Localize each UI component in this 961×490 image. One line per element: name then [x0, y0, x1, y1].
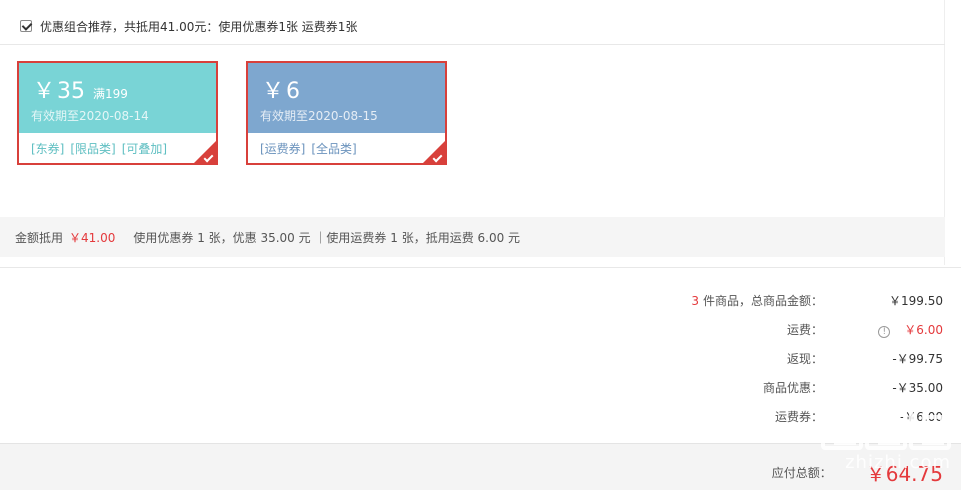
- shipping-value: ! ￥6.00: [823, 321, 943, 338]
- summary-label: 金额抵用: [15, 230, 64, 245]
- shipping-coupon-label: 运费券：: [774, 409, 823, 424]
- coupon-tags: [东券] [限品类] [可叠加]: [31, 140, 167, 157]
- info-icon[interactable]: !: [878, 325, 891, 338]
- coupon-tag: [限品类]: [70, 142, 116, 156]
- coupon-tag: [运费券]: [260, 142, 306, 156]
- coupon-face: ￥ 35 满199 有效期至2020-08-14: [19, 63, 216, 133]
- coupon-value: 6: [286, 79, 301, 104]
- goods-count: 3: [691, 293, 699, 308]
- coupon-card-6[interactable]: ￥ 6 有效期至2020-08-15 [运费券] [全品类]: [246, 61, 447, 165]
- summary-detail: 使用优惠券 1 张，优惠 35.00 元 ｜使用运费券 1 张，抵用运费 6.0…: [133, 230, 521, 245]
- payable-total: 应付总额： ￥64.75: [772, 458, 943, 487]
- coupon-tag: [全品类]: [311, 142, 357, 156]
- total-row-shipping: 运费： ! ￥6.00: [543, 319, 943, 339]
- coupon-card-35[interactable]: ￥ 35 满199 有效期至2020-08-14 [东券] [限品类] [可叠加…: [17, 61, 218, 165]
- recommend-combo-row[interactable]: 优惠组合推荐，共抵用41.00元：使用优惠券1张 运费券1张: [20, 14, 357, 38]
- total-row-shipping-coupon: 运费券： -￥6.00: [543, 406, 943, 426]
- coupon-tag: [东券]: [31, 142, 65, 156]
- total-row-discount: 商品优惠： -￥35.00: [543, 377, 943, 397]
- total-row-goods: 3 件商品，总商品金额： ￥199.50: [543, 290, 943, 310]
- coupon-validity: 有效期至2020-08-14: [31, 109, 149, 123]
- coupon-panel: 优惠组合推荐，共抵用41.00元：使用优惠券1张 运费券1张 ￥ 35 满199…: [0, 0, 945, 265]
- coupon-currency: ￥: [262, 79, 285, 104]
- goods-label-text: 件商品，总商品金额：: [702, 293, 823, 308]
- shipping-coupon-value: -￥6.00: [899, 409, 943, 424]
- shipping-label: 运费：: [786, 322, 823, 337]
- coupon-tags: [运费券] [全品类]: [260, 140, 357, 157]
- coupon-currency: ￥: [33, 79, 56, 104]
- total-row-cashback: 返现： -￥99.75: [543, 348, 943, 368]
- coupon-validity: 有效期至2020-08-15: [260, 109, 378, 123]
- coupon-amount: ￥ 6: [262, 73, 300, 105]
- discount-summary-bar: 金额抵用 ￥41.00 使用优惠券 1 张，优惠 35.00 元 ｜使用运费券 …: [0, 217, 945, 257]
- cashback-label: 返现：: [786, 351, 823, 366]
- cashback-value: -￥99.75: [892, 351, 943, 366]
- recommend-checkbox[interactable]: [20, 20, 32, 32]
- coupon-amount: ￥ 35 满199: [33, 73, 128, 105]
- coupon-face: ￥ 6 有效期至2020-08-15: [248, 63, 445, 133]
- discount-label: 商品优惠：: [762, 380, 823, 395]
- divider: [0, 44, 945, 45]
- payable-label: 应付总额：: [771, 466, 832, 480]
- goods-value: ￥199.50: [889, 293, 943, 308]
- discount-value: -￥35.00: [892, 380, 943, 395]
- goods-label: 3 件商品，总商品金额：: [691, 292, 823, 309]
- coupon-condition: 满199: [93, 87, 128, 101]
- payable-value: ￥64.75: [865, 462, 943, 486]
- payable-footer: 应付总额： ￥64.75: [0, 443, 961, 490]
- coupon-tag: [可叠加]: [121, 142, 168, 156]
- shipping-value-text: ￥6.00: [904, 322, 943, 337]
- recommend-text: 优惠组合推荐，共抵用41.00元：使用优惠券1张 运费券1张: [40, 19, 358, 34]
- divider: [0, 267, 961, 268]
- summary-amount: ￥41.00: [69, 230, 116, 245]
- coupon-value: 35: [57, 79, 86, 104]
